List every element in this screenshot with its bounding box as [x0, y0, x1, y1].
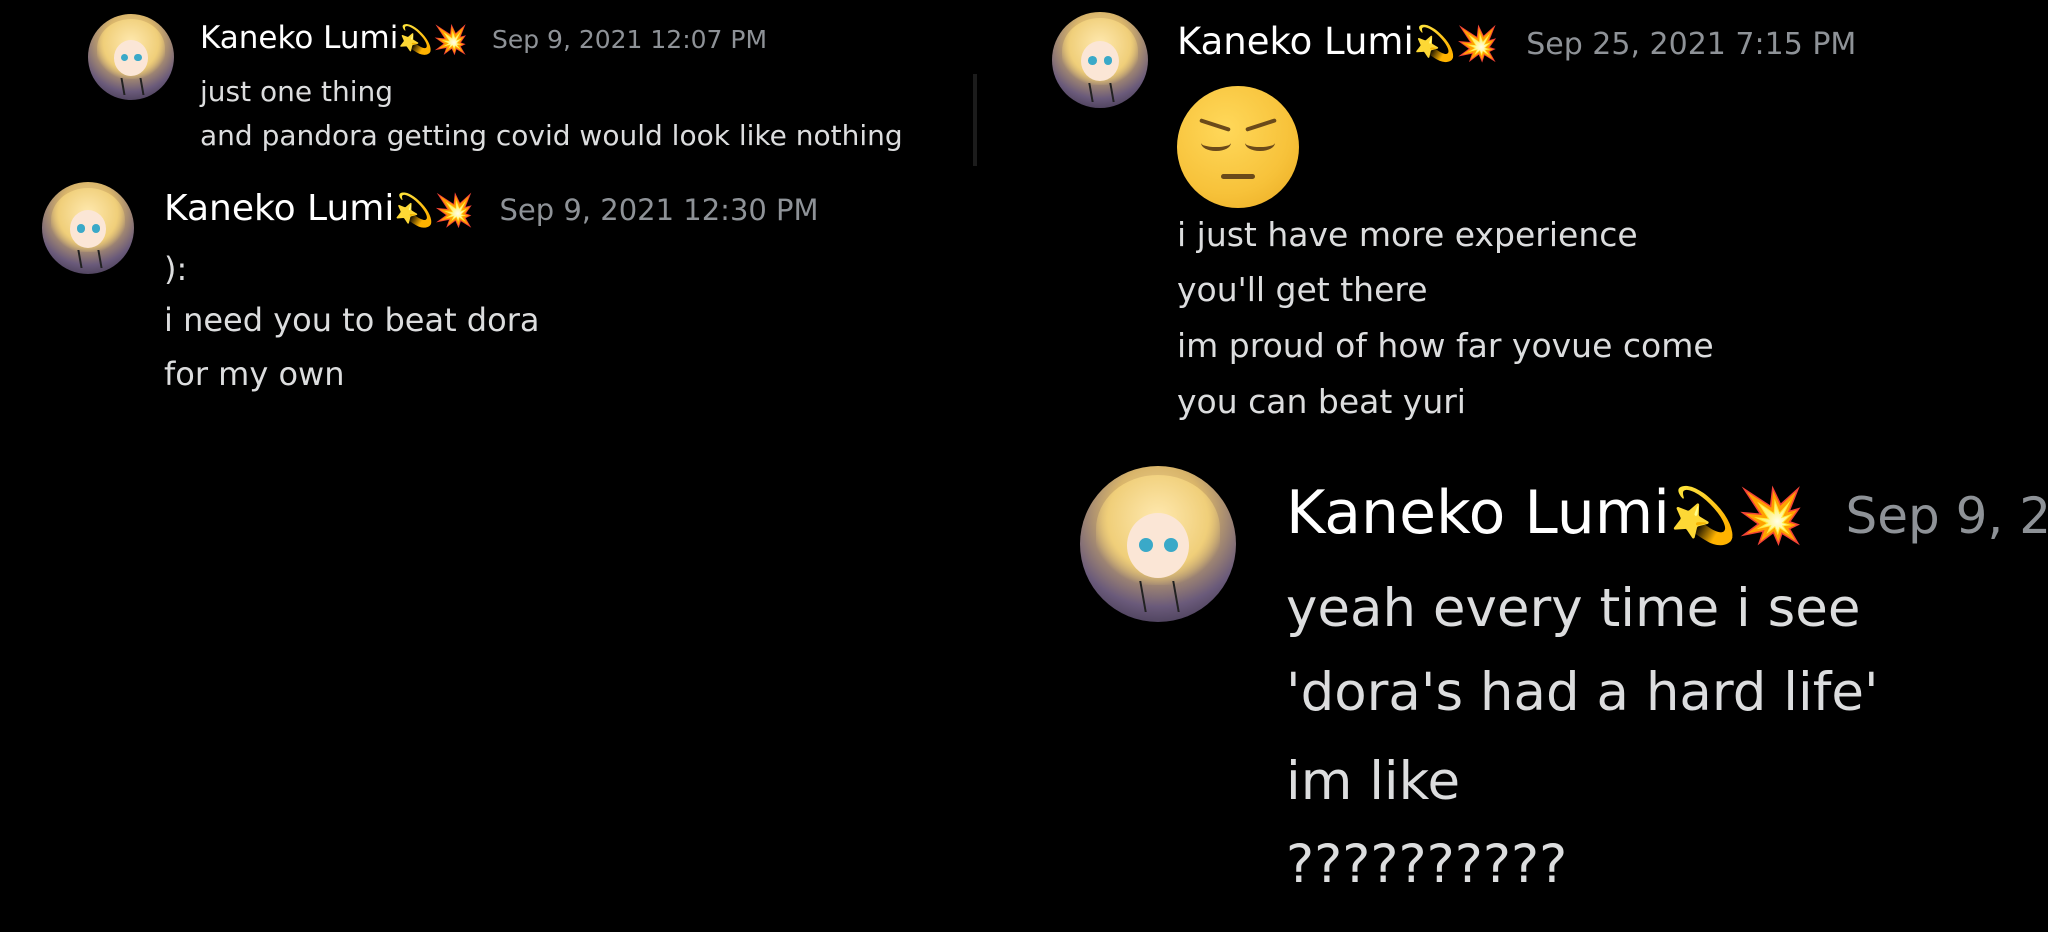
- message-text: im like: [1286, 751, 1461, 812]
- user-avatar[interactable]: [1052, 12, 1148, 108]
- message-header: Kaneko Lumi💫💥 Sep 9, 2: [1286, 478, 2048, 548]
- message-text: i need you to beat dora: [164, 301, 540, 339]
- user-avatar[interactable]: [1080, 466, 1236, 622]
- collision-icon: 💥: [433, 23, 469, 56]
- message-header: Kaneko Lumi💫💥 Sep 25, 2021 7:15 PM: [1177, 20, 1856, 64]
- message-header: Kaneko Lumi💫💥 Sep 9, 2021 12:30 PM: [164, 188, 819, 229]
- author-name[interactable]: Kaneko Lumi: [200, 20, 398, 56]
- message-text: for my own: [164, 355, 345, 393]
- dizzy-icon: 💫: [1669, 484, 1738, 548]
- collision-icon: 💥: [434, 191, 475, 229]
- message-text: yeah every time i see: [1286, 578, 1861, 639]
- message-timestamp: Sep 25, 2021 7:15 PM: [1526, 27, 1857, 62]
- dizzy-icon: 💫: [398, 23, 434, 56]
- message-text: and pandora getting covid would look lik…: [200, 119, 903, 152]
- collision-icon: 💥: [1456, 23, 1499, 64]
- dizzy-icon: 💫: [1413, 23, 1457, 64]
- author-name[interactable]: Kaneko Lumi: [1286, 478, 1670, 548]
- message-text: i just have more experience: [1177, 215, 1638, 254]
- pensive-face-icon: [1177, 86, 1299, 208]
- message-timestamp: Sep 9, 2021 12:30 PM: [499, 193, 819, 227]
- collision-icon: 💥: [1737, 484, 1805, 548]
- panel-divider: [973, 74, 977, 166]
- message-text: just one thing: [200, 75, 394, 108]
- message-text: you'll get there: [1177, 270, 1428, 309]
- author-name[interactable]: Kaneko Lumi: [164, 188, 394, 229]
- message-text: you can beat yuri: [1177, 382, 1466, 421]
- author-name[interactable]: Kaneko Lumi: [1177, 20, 1414, 63]
- message-text: im proud of how far yovue come: [1177, 326, 1714, 365]
- message-text: ):: [164, 250, 188, 288]
- message-text: 'dora's had a hard life': [1286, 662, 1879, 723]
- dizzy-icon: 💫: [394, 191, 435, 229]
- message-text: ??????????: [1286, 834, 1568, 895]
- message-timestamp: Sep 9, 2021 12:07 PM: [491, 25, 768, 54]
- user-avatar[interactable]: [88, 14, 174, 100]
- user-avatar[interactable]: [42, 182, 134, 274]
- message-timestamp: Sep 9, 2: [1845, 487, 2048, 545]
- message-header: Kaneko Lumi💫💥 Sep 9, 2021 12:07 PM: [200, 20, 767, 56]
